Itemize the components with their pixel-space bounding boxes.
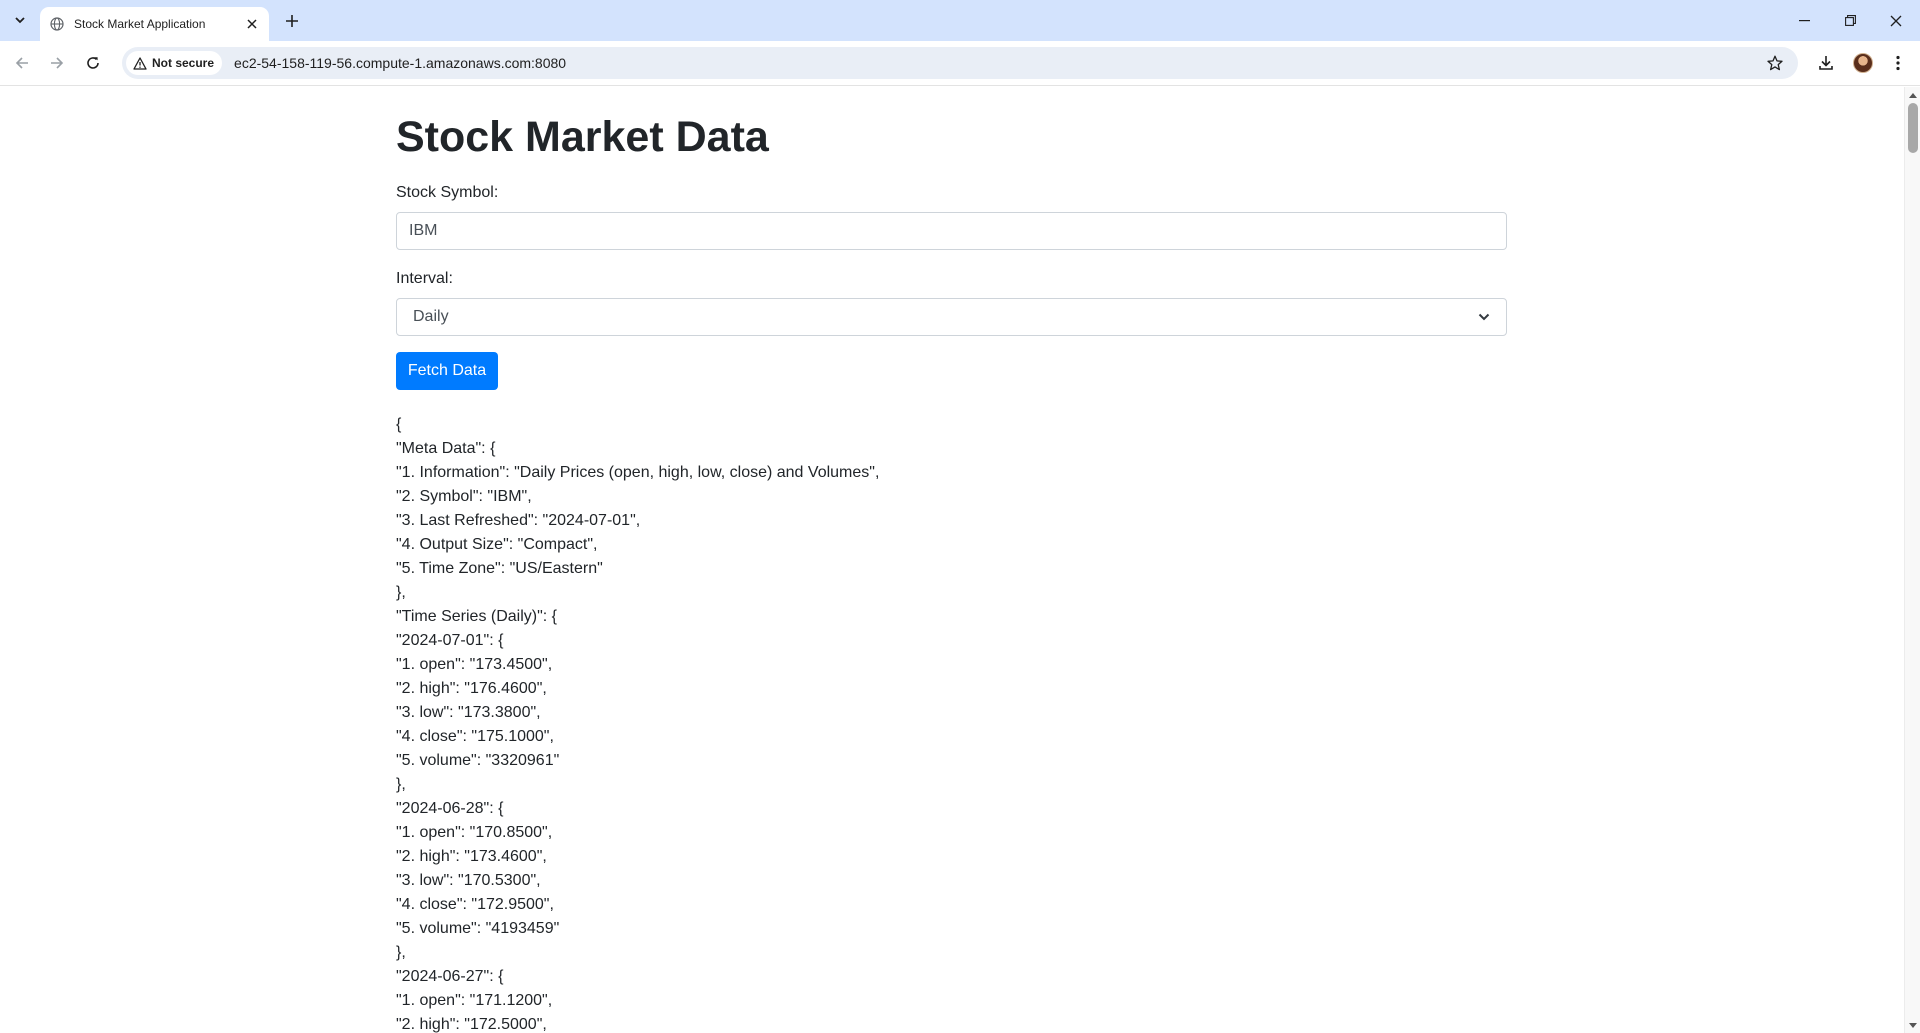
download-icon [1819,56,1833,70]
arrow-left-icon [15,57,28,69]
json-line: "2024-07-01": { [396,631,504,649]
json-line: "3. low": "173.3800", [396,703,541,721]
main-container: Stock Market Data Stock Symbol: IBM Inte… [396,87,1507,1033]
json-line: "Meta Data": { [396,439,496,457]
json-line: }, [396,943,406,961]
json-line: "3. low": "170.5300", [396,871,541,889]
active-tab[interactable]: Stock Market Application [40,7,269,41]
arrow-right-icon [51,57,64,69]
close-icon [1890,15,1902,26]
browser-toolbar: Not secure ec2-54-158-119-56.compute-1.a… [0,41,1920,86]
json-line: "2. Symbol": "IBM", [396,487,532,505]
scroll-up-arrow[interactable] [1905,87,1920,103]
json-line: "Time Series (Daily)": { [396,607,558,625]
json-line: "5. volume": "4193459" [396,919,560,937]
back-button[interactable] [9,50,35,76]
json-line: "1. open": "170.8500", [396,823,553,841]
json-line: "1. open": "173.4500", [396,655,553,673]
warning-icon [133,56,147,70]
globe-icon [49,16,65,32]
close-window-button[interactable] [1874,0,1918,41]
scroll-down-arrow[interactable] [1905,1017,1920,1033]
chevron-down-icon [1478,313,1490,321]
json-line: "1. Information": "Daily Prices (open, h… [396,463,880,481]
tab-search-button[interactable] [9,9,31,31]
minimize-button[interactable] [1782,0,1826,41]
chevron-down-icon [15,17,25,24]
json-line: "2. high": "172.5000", [396,1015,547,1033]
triangle-up-icon [1909,92,1917,98]
restore-icon [1844,15,1856,26]
restore-button[interactable] [1828,0,1872,41]
address-bar[interactable]: Not secure ec2-54-158-119-56.compute-1.a… [122,47,1798,79]
json-line: "4. close": "172.9500", [396,895,554,913]
tab-strip: Stock Market Application [0,0,1920,41]
triangle-down-icon [1909,1022,1917,1028]
page-scrollbar[interactable] [1904,87,1920,1033]
json-line: "2. high": "173.4600", [396,847,547,865]
downloads-button[interactable] [1813,50,1839,76]
fetch-data-button[interactable]: Fetch Data [396,351,498,390]
forward-button[interactable] [44,50,70,76]
security-indicator[interactable]: Not secure [126,51,223,75]
menu-button[interactable] [1885,50,1911,76]
plus-icon [286,15,298,27]
more-vert-icon [1896,55,1900,71]
reload-icon [87,57,99,69]
json-line: "1. open": "171.1200", [396,991,553,1009]
profile-button[interactable] [1850,50,1876,76]
minimize-icon [1798,19,1810,21]
json-line: "5. volume": "3320961" [396,751,560,769]
json-line: "2024-06-27": { [396,967,504,985]
symbol-input-value: IBM [409,221,438,239]
json-line: "4. close": "175.1000", [396,727,554,745]
star-icon [1767,55,1783,71]
new-tab-button[interactable] [280,9,304,33]
json-line: "4. Output Size": "Compact", [396,535,598,553]
json-line: "2. high": "176.4600", [396,679,547,697]
tab-title: Stock Market Application [74,17,206,31]
interval-select-value: Daily [413,307,449,325]
json-line: "2024-06-28": { [396,799,504,817]
symbol-input[interactable]: IBM [396,211,1507,250]
interval-label: Interval: [396,269,453,287]
json-line: }, [396,583,406,601]
json-output: { "Meta Data": { "1. Information": "Daily … [396,413,1507,1033]
json-line: "3. Last Refreshed": "2024-07-01", [396,511,641,529]
reload-button[interactable] [80,50,106,76]
json-line: { [396,415,402,433]
close-tab-icon[interactable] [243,15,261,33]
page-viewport: Stock Market Data Stock Symbol: IBM Inte… [0,87,1904,1033]
scrollbar-thumb[interactable] [1908,103,1918,153]
security-label: Not secure [152,56,215,70]
page-title: Stock Market Data [396,113,769,161]
symbol-label: Stock Symbol: [396,183,499,201]
avatar [1853,53,1873,73]
json-line: "5. Time Zone": "US/Eastern" [396,559,603,577]
json-line: }, [396,775,406,793]
url-text[interactable]: ec2-54-158-119-56.compute-1.amazonaws.co… [234,55,566,71]
interval-select[interactable]: Daily [396,297,1507,336]
bookmark-button[interactable] [1764,52,1786,74]
